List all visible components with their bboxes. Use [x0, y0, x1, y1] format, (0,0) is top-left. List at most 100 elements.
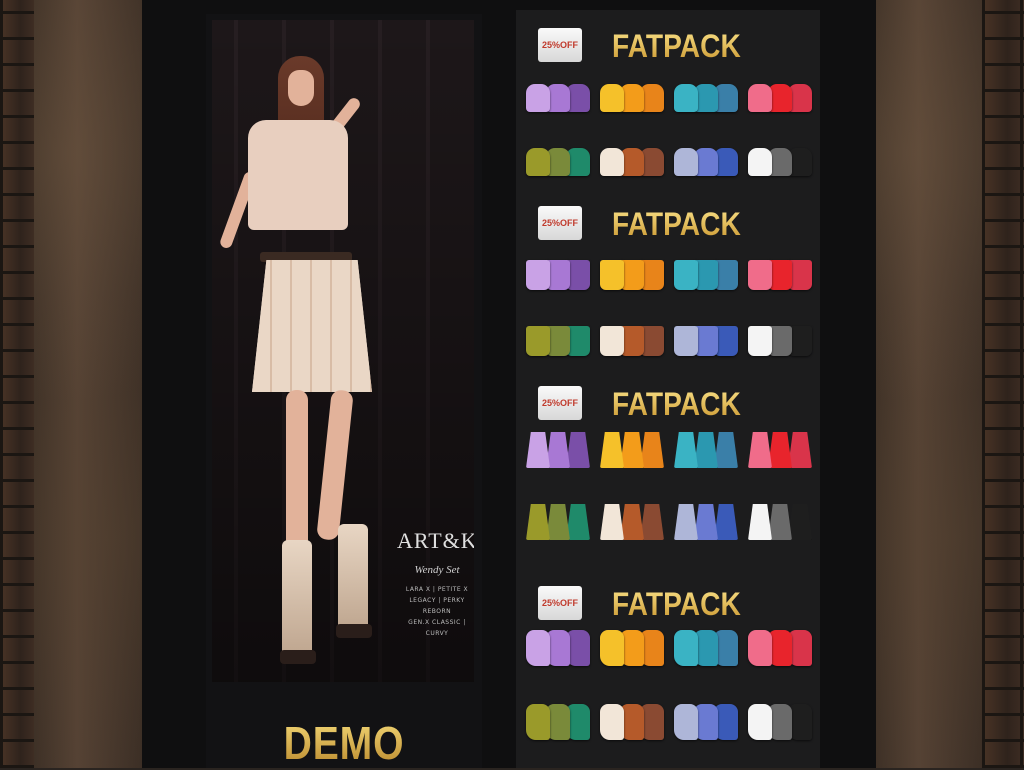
boot-swatch [526, 704, 550, 740]
skirt-swatch [620, 432, 644, 468]
color-variant-group[interactable] [748, 78, 816, 120]
skirt-swatch [748, 432, 772, 468]
color-variant-group[interactable] [674, 626, 742, 668]
color-variant-group[interactable] [748, 142, 816, 184]
model-photo: ART&KO Wendy Set LARA X | PETITE X LEGAC… [212, 20, 474, 682]
fatpack-title: FATPACK [612, 586, 741, 622]
skirt-swatch [674, 432, 698, 468]
color-variant-group[interactable] [674, 78, 742, 120]
top-swatch [748, 148, 772, 176]
color-variant-group[interactable] [674, 428, 742, 470]
model-leg-right [316, 389, 354, 541]
skirt-swatch [566, 432, 590, 468]
color-variant-group[interactable] [674, 700, 742, 742]
top-swatch [526, 84, 550, 112]
fatpack-header: 25%OFF FATPACK [516, 576, 820, 622]
skirt-swatch [768, 504, 792, 540]
color-variant-group[interactable] [526, 700, 594, 742]
color-variant-group[interactable] [600, 78, 668, 120]
skirt-swatch [566, 504, 590, 540]
shorts-swatch [748, 326, 772, 356]
demo-label: DEMO [227, 716, 462, 770]
shorts-swatch [674, 326, 698, 356]
skirt-swatch [526, 432, 550, 468]
color-variant-group[interactable] [526, 626, 594, 668]
color-variant-group[interactable] [748, 700, 816, 742]
color-variant-group[interactable] [526, 428, 594, 470]
color-variant-group[interactable] [526, 500, 594, 542]
swatch-row [524, 626, 820, 674]
top-swatch [674, 84, 698, 112]
model-skirt [252, 260, 372, 392]
color-variant-group[interactable] [526, 142, 594, 184]
color-variant-group[interactable] [748, 428, 816, 470]
shorts-swatch [674, 260, 698, 290]
top-swatch [526, 148, 550, 176]
fatpack-panel: 25%OFF FATPACK 25%OFF FATPACK 25%OFF FATPACK 2… [516, 10, 820, 768]
skirt-swatch [768, 432, 792, 468]
color-variant-group[interactable] [526, 78, 594, 120]
swatch-row [524, 254, 820, 302]
fatpack-header: 25%OFF FATPACK [516, 196, 820, 242]
fatpack-section: 25%OFF FATPACK [516, 576, 820, 756]
color-variant-group[interactable] [600, 500, 668, 542]
stone-pillar-right [876, 0, 982, 768]
model-top [248, 120, 348, 230]
fatpack-header: 25%OFF FATPACK [516, 18, 820, 64]
fatpack-title: FATPACK [612, 28, 741, 64]
color-variant-group[interactable] [526, 254, 594, 296]
color-variant-group[interactable] [600, 700, 668, 742]
brand-logo: ART&KO [397, 528, 474, 553]
fatpack-header: 25%OFF FATPACK [516, 376, 820, 422]
boot-swatch [674, 704, 698, 740]
demo-poster[interactable]: ART&KO Wendy Set LARA X | PETITE X LEGAC… [206, 14, 482, 770]
color-variant-group[interactable] [600, 626, 668, 668]
color-variant-group[interactable] [600, 142, 668, 184]
color-variant-group[interactable] [748, 320, 816, 362]
model-face [288, 70, 314, 106]
swatch-row [524, 428, 820, 476]
skirt-swatch [640, 432, 664, 468]
stone-pillar-left [34, 0, 142, 768]
skirt-swatch [674, 504, 698, 540]
color-variant-group[interactable] [674, 500, 742, 542]
skirt-swatch [600, 504, 624, 540]
swatch-row [524, 500, 820, 548]
discount-badge: 25%OFF [538, 28, 582, 62]
body-compat-list: LARA X | PETITE X LEGACY | PERKY REBORN … [397, 584, 474, 639]
swatch-row [524, 142, 820, 190]
shorts-swatch [600, 326, 624, 356]
body-compat-line: LEGACY | PERKY [409, 597, 465, 604]
set-name: Wendy Set [414, 564, 460, 576]
model-sole-left [280, 650, 316, 664]
skirt-swatch [620, 504, 644, 540]
fatpack-section: 25%OFF FATPACK [516, 18, 820, 198]
swatch-row [524, 700, 820, 748]
color-variant-group[interactable] [748, 500, 816, 542]
swatch-row [524, 78, 820, 126]
skirt-swatch [600, 432, 624, 468]
boot-swatch [748, 630, 772, 666]
skirt-swatch [640, 504, 664, 540]
body-compat-line: GEN.X CLASSIC | CURVY [408, 619, 466, 637]
skirt-swatch [546, 432, 570, 468]
skirt-swatch [694, 504, 718, 540]
color-variant-group[interactable] [600, 254, 668, 296]
color-variant-group[interactable] [748, 626, 816, 668]
model-leg-left [286, 390, 308, 550]
top-swatch [748, 84, 772, 112]
color-variant-group[interactable] [674, 320, 742, 362]
color-variant-group[interactable] [674, 254, 742, 296]
color-variant-group[interactable] [600, 320, 668, 362]
shorts-swatch [526, 260, 550, 290]
swatch-row [524, 320, 820, 368]
skirt-swatch [788, 504, 812, 540]
fatpack-title: FATPACK [612, 206, 741, 242]
color-variant-group[interactable] [526, 320, 594, 362]
fatpack-title: FATPACK [612, 386, 741, 422]
color-variant-group[interactable] [748, 254, 816, 296]
top-swatch [600, 148, 624, 176]
skirt-swatch [714, 432, 738, 468]
color-variant-group[interactable] [600, 428, 668, 470]
color-variant-group[interactable] [674, 142, 742, 184]
